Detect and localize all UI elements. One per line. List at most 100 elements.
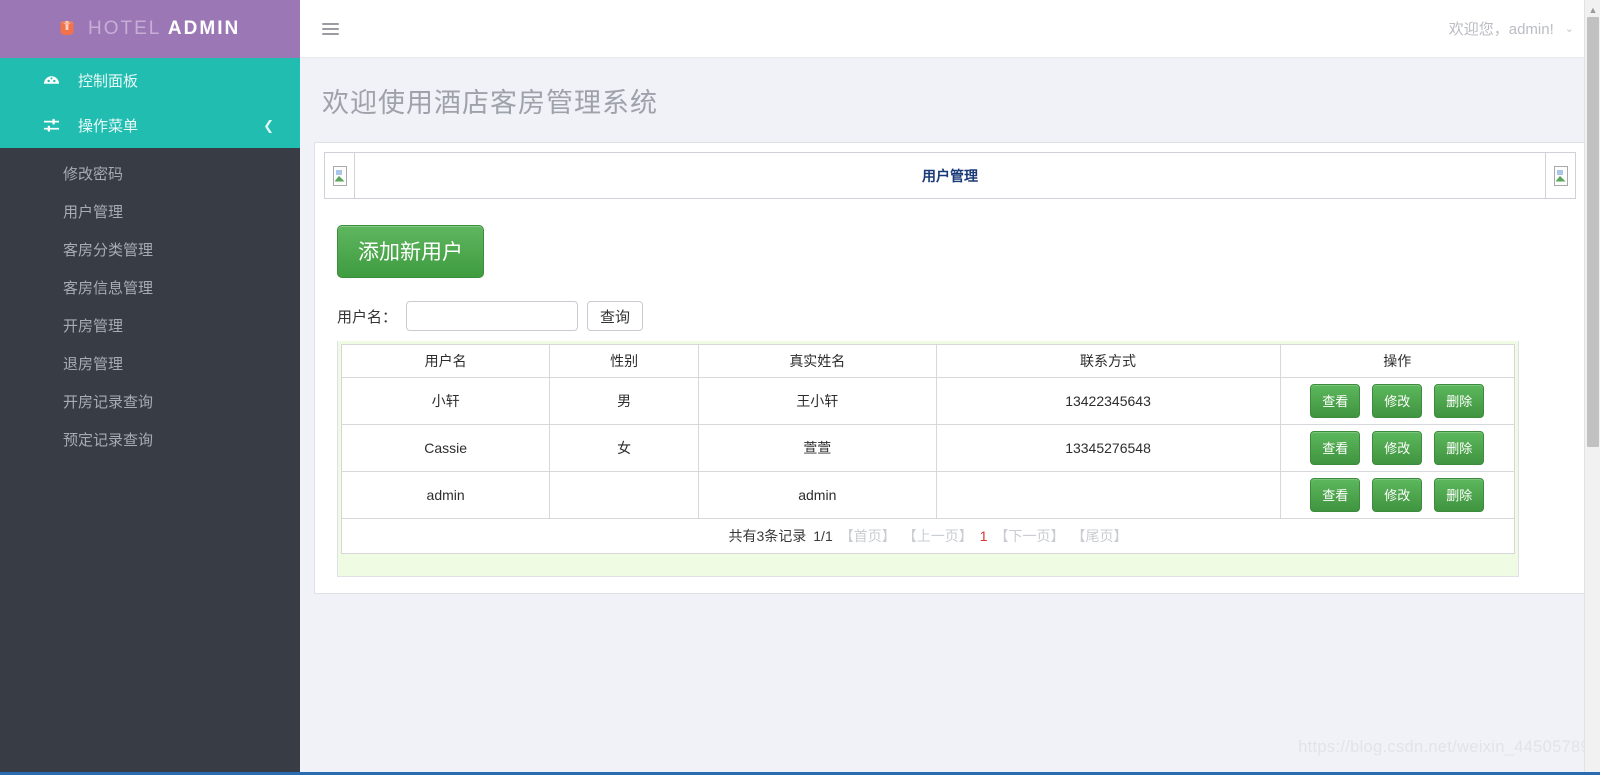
submenu-label: 修改密码 xyxy=(63,165,124,183)
broken-image-left-cell xyxy=(325,153,355,198)
delete-button[interactable]: 删除 xyxy=(1434,431,1485,465)
pagination-cell: 共有3条记录 1/1 【首页】 【上一页】 1 【下一页】 【尾页】 xyxy=(341,518,1515,554)
pagination-indicator: 1/1 xyxy=(813,528,833,544)
sidebar-submenu: 修改密码 用户管理 客房分类管理 客房信息管理 开房管理 退房管理 开房记录查询… xyxy=(0,148,300,458)
add-user-button[interactable]: 添加新用户 xyxy=(337,225,484,278)
table-head: 用户名 性别 真实姓名 联系方式 操作 xyxy=(340,344,1516,378)
cell-realname: admin xyxy=(698,471,937,519)
sidebar-item-checkin-records[interactable]: 开房记录查询 xyxy=(0,382,300,420)
main-area: 欢迎您，admin! ⌄ 欢迎使用酒店客房管理系统 用户管理 添加新用户 用户名… xyxy=(300,0,1600,775)
sidebar-item-checkin[interactable]: 开房管理 xyxy=(0,306,300,344)
col-header-gender: 性别 xyxy=(549,344,700,378)
user-greeting: 欢迎您，admin! xyxy=(1448,21,1554,38)
cell-username: admin xyxy=(340,471,551,519)
view-button[interactable]: 查看 xyxy=(1310,431,1361,465)
panel-heading: 用户管理 xyxy=(922,167,978,184)
user-menu[interactable]: 欢迎您，admin! ⌄ xyxy=(1449,18,1574,39)
page-scrollbar[interactable]: ▲ xyxy=(1584,0,1600,775)
cell-phone: 13422345643 xyxy=(935,377,1281,425)
sidebar-nav-top: 控制面板 操作菜单 ❮ xyxy=(0,58,300,148)
submenu-label: 退房管理 xyxy=(63,355,124,373)
sidebar-item-dashboard[interactable]: 控制面板 xyxy=(0,58,300,103)
view-button[interactable]: 查看 xyxy=(1310,478,1361,512)
sidebar-item-user-management[interactable]: 用户管理 xyxy=(0,192,300,230)
delete-button[interactable]: 删除 xyxy=(1434,384,1485,418)
edit-button[interactable]: 修改 xyxy=(1372,384,1423,418)
pagination-total: 共有3条记录 xyxy=(728,528,807,544)
broken-image-icon xyxy=(332,165,347,186)
cell-phone: 13345276548 xyxy=(935,424,1281,472)
cell-actions: 查看 修改 删除 xyxy=(1279,377,1516,425)
edit-button[interactable]: 修改 xyxy=(1372,431,1423,465)
brand-header: HOTEL ADMIN xyxy=(0,0,300,58)
cell-gender: 男 xyxy=(549,377,700,425)
search-button[interactable]: 查询 xyxy=(587,301,644,331)
search-input[interactable] xyxy=(406,301,579,331)
table-row: admin admin 查看 修改 删除 xyxy=(340,471,1516,519)
paint-bucket-icon xyxy=(56,18,78,40)
submenu-label: 开房记录查询 xyxy=(63,393,154,411)
search-form: 用户名： 查询 xyxy=(337,301,1585,331)
table-body: 小轩 男 王小轩 13422345643 查看 修改 删除 Cassie 女 萱… xyxy=(340,377,1516,554)
row-actions: 查看 修改 删除 xyxy=(1281,478,1514,512)
col-header-phone: 联系方式 xyxy=(935,344,1281,378)
panel-header: 用户管理 xyxy=(324,152,1576,199)
pagination-current-page[interactable]: 1 xyxy=(980,528,988,544)
delete-button[interactable]: 删除 xyxy=(1434,478,1485,512)
card-body: 添加新用户 用户名： 查询 用户名 性别 真实姓名 联系方式 操作 小轩 男 王… xyxy=(315,199,1585,577)
brand-title-bold: ADMIN xyxy=(167,18,241,39)
search-label: 用户名： xyxy=(337,308,398,326)
pagination-prev[interactable]: 【上一页】 xyxy=(903,526,973,546)
page-title-wrap: 欢迎使用酒店客房管理系统 xyxy=(300,58,1600,142)
sidebar-item-operations[interactable]: 操作菜单 ❮ xyxy=(0,103,300,148)
col-header-username: 用户名 xyxy=(340,344,551,378)
view-button[interactable]: 查看 xyxy=(1310,384,1361,418)
sidebar-item-change-password[interactable]: 修改密码 xyxy=(0,154,300,192)
pagination-last[interactable]: 【尾页】 xyxy=(1072,526,1128,546)
cell-gender xyxy=(549,471,700,519)
watermark: https://blog.csdn.net/weixin_44505789 xyxy=(1298,738,1590,756)
table-row: 小轩 男 王小轩 13422345643 查看 修改 删除 xyxy=(340,377,1516,425)
content-card: 用户管理 添加新用户 用户名： 查询 用户名 性别 真实姓名 联系方式 操作 小… xyxy=(314,142,1586,594)
page-title: 欢迎使用酒店客房管理系统 xyxy=(322,87,658,118)
pagination-next[interactable]: 【下一页】 xyxy=(995,526,1065,546)
table-header-row: 用户名 性别 真实姓名 联系方式 操作 xyxy=(340,344,1516,378)
cell-realname: 王小轩 xyxy=(698,377,937,425)
submenu-label: 开房管理 xyxy=(63,317,124,335)
sidebar-item-room-category[interactable]: 客房分类管理 xyxy=(0,230,300,268)
sidebar-item-operations-label: 操作菜单 xyxy=(78,118,139,135)
broken-image-icon xyxy=(1553,165,1568,186)
brand-title-light: HOTEL xyxy=(88,18,161,39)
col-header-actions: 操作 xyxy=(1279,344,1516,378)
row-actions: 查看 修改 删除 xyxy=(1281,431,1514,465)
chevron-down-icon[interactable]: ⌄ xyxy=(1565,22,1574,35)
hamburger-icon[interactable] xyxy=(322,22,339,35)
submenu-label: 预定记录查询 xyxy=(63,431,154,449)
pagination-first[interactable]: 【首页】 xyxy=(840,526,896,546)
cell-username: 小轩 xyxy=(340,377,551,425)
topbar: 欢迎您，admin! ⌄ xyxy=(300,0,1600,58)
pagination: 共有3条记录 1/1 【首页】 【上一页】 1 【下一页】 【尾页】 xyxy=(342,526,1514,546)
dashboard-icon xyxy=(42,72,60,89)
user-table-container: 用户名 性别 真实姓名 联系方式 操作 小轩 男 王小轩 13422345643… xyxy=(337,341,1519,577)
table-pagination-row: 共有3条记录 1/1 【首页】 【上一页】 1 【下一页】 【尾页】 xyxy=(341,518,1515,554)
cell-realname: 萱萱 xyxy=(698,424,937,472)
cell-username: Cassie xyxy=(340,424,551,472)
scrollbar-thumb[interactable] xyxy=(1587,17,1599,447)
sidebar-item-booking-records[interactable]: 预定记录查询 xyxy=(0,420,300,458)
row-actions: 查看 修改 删除 xyxy=(1281,384,1514,418)
scroll-up-arrow-icon[interactable]: ▲ xyxy=(1585,3,1600,17)
brand-title: HOTEL ADMIN xyxy=(88,18,240,40)
edit-button[interactable]: 修改 xyxy=(1372,478,1423,512)
sliders-icon xyxy=(42,117,60,134)
app-root: HOTEL ADMIN 控制面板 操作菜单 ❮ 修改密码 用户管理 客房分类管理… xyxy=(0,0,1600,775)
sidebar: HOTEL ADMIN 控制面板 操作菜单 ❮ 修改密码 用户管理 客房分类管理… xyxy=(0,0,300,775)
sidebar-item-checkout[interactable]: 退房管理 xyxy=(0,344,300,382)
chevron-left-icon[interactable]: ❮ xyxy=(263,118,274,134)
user-table: 用户名 性别 真实姓名 联系方式 操作 小轩 男 王小轩 13422345643… xyxy=(340,344,1516,554)
submenu-label: 客房信息管理 xyxy=(63,279,154,297)
broken-image-right-cell xyxy=(1545,153,1575,198)
cell-actions: 查看 修改 删除 xyxy=(1279,424,1516,472)
submenu-label: 用户管理 xyxy=(63,203,124,221)
sidebar-item-room-info[interactable]: 客房信息管理 xyxy=(0,268,300,306)
